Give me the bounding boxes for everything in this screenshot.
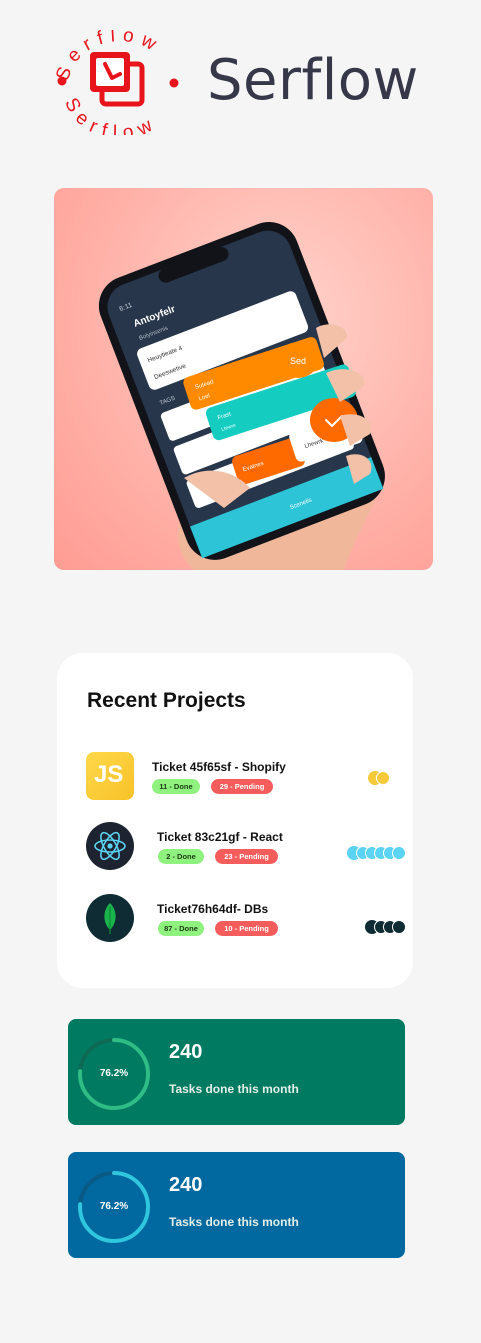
recent-projects-card: Recent Projects JS Ticket 45f65sf - Shop… [57,653,413,988]
tasks-stat-card-green[interactable]: 76.2% 240 Tasks done this month [68,1019,405,1125]
project-name: Ticket 45f65sf - Shopify [152,760,286,774]
team-avatars [365,920,407,934]
done-badge: 2 - Done [158,849,204,864]
project-name: Ticket 83c21gf - React [157,830,283,844]
tasks-count: 240 [169,1041,203,1063]
team-dot [392,920,406,934]
logo-ring-text-bottom: Serflow [60,95,155,135]
progress-percent: 76.2% [99,1201,129,1212]
hand-holding-phone-illustration: 6:11 Antoyfelr Bolyinsenis Heuytieate 4 … [98,222,385,570]
js-icon-text: JS [94,761,124,788]
react-icon [86,822,134,870]
brand-name: Serflow [207,48,419,113]
project-row[interactable]: JS Ticket 45f65sf - Shopify 11 - Done 29… [57,752,413,808]
tasks-count: 240 [169,1174,203,1196]
serflow-logo-icon: Serflow Serflow [52,30,179,135]
tasks-label: Tasks done this month [169,1082,299,1096]
recent-projects-title: Recent Projects [87,689,246,712]
team-dot [392,846,406,860]
pending-badge: 10 - Pending [215,921,278,936]
js-icon: JS [86,752,134,800]
mongodb-leaf-icon [86,894,134,942]
pending-badge: 29 - Pending [211,779,273,794]
tasks-label: Tasks done this month [169,1215,299,1229]
team-avatars [347,846,407,860]
tasks-stat-card-blue[interactable]: 76.2% 240 Tasks done this month [68,1152,405,1258]
svg-text:Serflow: Serflow [60,95,162,135]
hero-image: 6:11 Antoyfelr Bolyinsenis Heuytieate 4 … [54,188,433,570]
pending-badge: 23 - Pending [215,849,278,864]
team-avatars [368,771,394,785]
done-badge: 87 - Done [158,921,204,936]
project-name: Ticket76h64df- DBs [157,902,269,916]
done-badge: 11 - Done [152,779,200,794]
project-row[interactable]: Ticket76h64df- DBs 87 - Done 10 - Pendin… [57,894,413,950]
progress-percent: 76.2% [99,1068,129,1079]
team-dot [376,771,390,785]
project-row[interactable]: Ticket 83c21gf - React 2 - Done 23 - Pen… [57,822,413,878]
phone-fab-label: Sed [290,356,306,366]
